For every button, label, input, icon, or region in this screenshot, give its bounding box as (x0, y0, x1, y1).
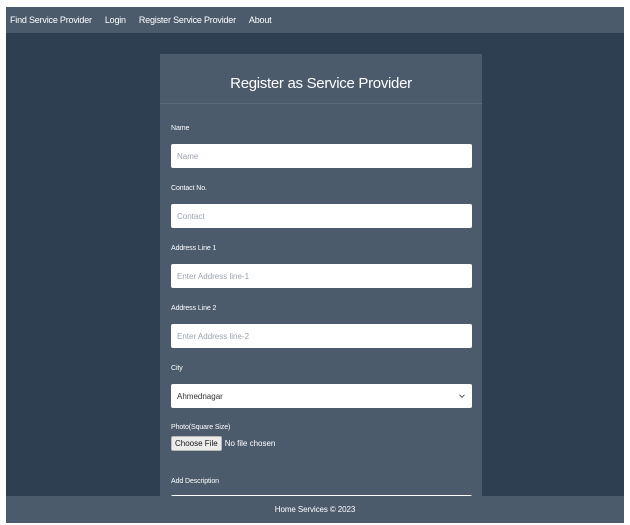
form-title: Register as Service Provider (230, 75, 412, 92)
chevron-down-icon (458, 392, 466, 400)
address-line-2-input[interactable] (171, 324, 472, 348)
app-window: Find Service Provider Login Register Ser… (6, 7, 624, 523)
registration-form-card: Register as Service Provider Name Contac… (160, 54, 482, 502)
address-line-1-input[interactable] (171, 264, 472, 288)
photo-label: Photo(Square Size) (171, 424, 231, 431)
navbar: Find Service Provider Login Register Ser… (6, 7, 624, 33)
file-status-text: No file chosen (224, 439, 276, 448)
city-selected-value: Ahmednagar (177, 391, 223, 401)
contact-label: Contact No. (171, 185, 207, 192)
name-label: Name (171, 125, 190, 132)
name-input[interactable] (171, 144, 472, 168)
address-line-1-label: Address Line 1 (171, 245, 217, 252)
nav-find-service-provider[interactable]: Find Service Provider (10, 15, 92, 25)
nav-login[interactable]: Login (105, 15, 126, 25)
nav-about[interactable]: About (249, 15, 272, 25)
title-divider (160, 103, 482, 104)
footer: Home Services © 2023 (6, 496, 624, 523)
city-label: City (171, 365, 183, 372)
contact-input[interactable] (171, 204, 472, 228)
footer-copyright: Home Services © 2023 (274, 505, 356, 514)
nav-register-service-provider[interactable]: Register Service Provider (139, 15, 236, 25)
choose-file-button[interactable]: Choose File (171, 436, 222, 451)
city-select[interactable]: Ahmednagar (171, 384, 472, 408)
photo-file-input: Choose File No file chosen (171, 436, 275, 451)
description-label: Add Description (171, 478, 219, 485)
address-line-2-label: Address Line 2 (171, 305, 217, 312)
